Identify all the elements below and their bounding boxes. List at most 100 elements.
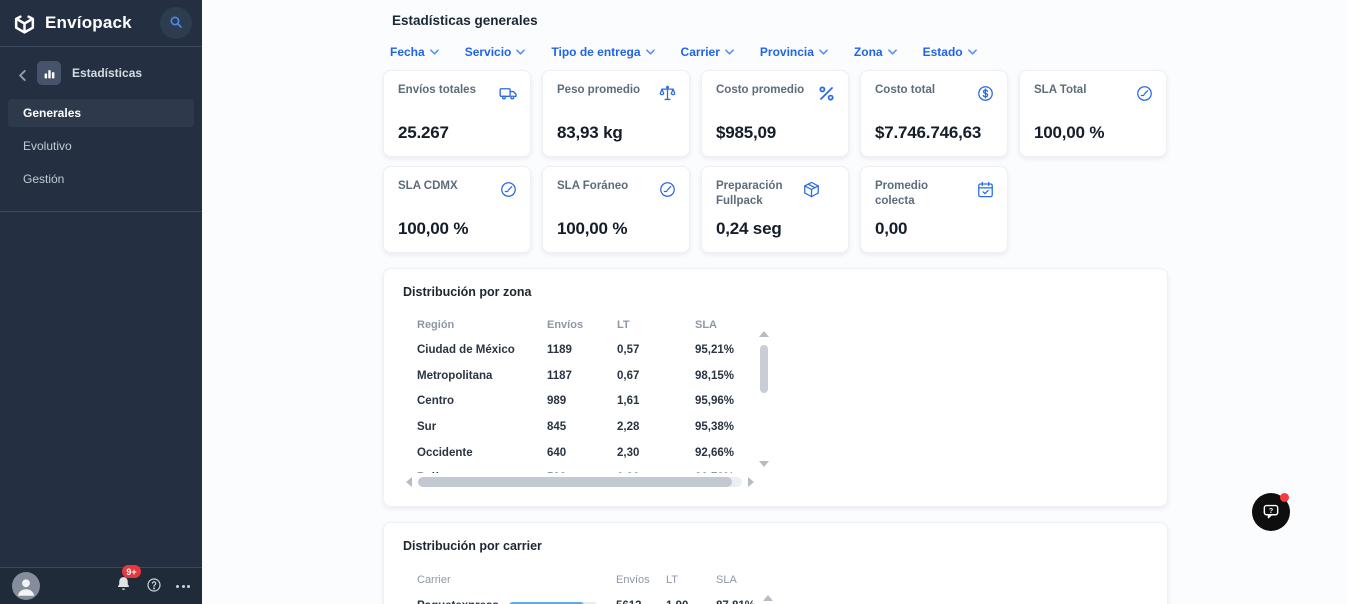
zona-horizontal-scrollbar[interactable] <box>406 476 754 488</box>
stat-label: Peso promedio <box>557 83 658 98</box>
cell-sla: 95,96% <box>695 395 761 407</box>
ellipsis-icon <box>176 585 190 588</box>
table-row: Metropolitana 1187 0,67 98,15% <box>417 363 761 389</box>
stat-label: Costo total <box>875 83 976 98</box>
stat-card-peso-promedio: Peso promedio 83,93 kg <box>542 70 690 157</box>
horizontal-scroll-track[interactable] <box>418 477 742 487</box>
filter-label: Tipo de entrega <box>551 45 640 59</box>
collapse-sidebar-icon[interactable] <box>18 68 26 78</box>
chat-question-icon: ? <box>1261 501 1281 524</box>
percent-icon <box>817 84 836 108</box>
stat-value: 0,24 seg <box>716 219 782 239</box>
carrier-table-header: Carrier Envíos LT SLA <box>417 567 777 593</box>
stat-cards-row-1: Envíos totales 25.267 Peso promedio <box>383 70 1167 157</box>
stat-label: Costo promedio <box>716 83 817 98</box>
chevron-down-icon <box>819 49 828 55</box>
stat-card-sla-cdmx: SLA CDMX 100,00 % <box>383 166 531 253</box>
sidebar: Envíopack Estadísticas Generales E <box>0 0 202 604</box>
vertical-scroll-thumb[interactable] <box>760 345 768 393</box>
cell-envios: 640 <box>547 447 617 459</box>
sidebar-item-label: Evolutivo <box>23 139 72 153</box>
scroll-up-icon[interactable] <box>763 595 773 601</box>
sidebar-item-gestion[interactable]: Gestión <box>8 165 194 193</box>
carrier-panel-title: Distribución por carrier <box>403 539 542 553</box>
filter-zona[interactable]: Zona <box>854 45 897 59</box>
cell-lt: 2,30 <box>617 447 695 459</box>
search-button[interactable] <box>160 7 192 39</box>
dollar-circle-icon <box>976 84 995 108</box>
cell-sla: 95,21% <box>695 344 761 356</box>
horizontal-scroll-thumb[interactable] <box>418 477 732 487</box>
stat-value: 100,00 % <box>398 219 468 239</box>
filters-bar: Fecha Servicio Tipo de entrega Carrier P… <box>390 45 977 59</box>
gauge-icon <box>1135 84 1154 108</box>
stat-card-preparacion-fullpack: Preparación Fullpack 0,24 seg <box>701 166 849 253</box>
svg-text:?: ? <box>1269 506 1273 514</box>
notifications-button[interactable]: 9+ <box>115 575 132 597</box>
sidebar-footer: 9+ <box>0 567 202 604</box>
stat-card-promedio-colecta: Promedio colecta 0,00 <box>860 166 1008 253</box>
cell-region: Centro <box>417 395 547 407</box>
filter-provincia[interactable]: Provincia <box>760 45 828 59</box>
sidebar-item-generales[interactable]: Generales <box>8 99 194 127</box>
filter-label: Provincia <box>760 45 814 59</box>
cell-lt: 1,91 <box>617 472 695 473</box>
filter-fecha[interactable]: Fecha <box>390 45 439 59</box>
cell-envios: 1189 <box>547 344 617 356</box>
filter-label: Estado <box>923 45 963 59</box>
gauge-icon <box>499 180 518 204</box>
filter-estado[interactable]: Estado <box>923 45 977 59</box>
scroll-up-icon[interactable] <box>759 331 769 337</box>
cell-envios: 845 <box>547 421 617 433</box>
question-circle-icon <box>146 577 162 596</box>
statistics-icon <box>37 61 61 85</box>
filter-label: Fecha <box>390 45 425 59</box>
cell-region: Sur <box>417 421 547 433</box>
stat-value: 100,00 % <box>1034 123 1104 143</box>
chevron-down-icon <box>646 49 655 55</box>
scroll-left-icon[interactable] <box>406 477 412 487</box>
stat-value: 83,93 kg <box>557 123 623 143</box>
column-header-carrier: Carrier <box>417 574 509 586</box>
zona-vertical-scrollbar[interactable] <box>758 331 770 467</box>
table-row-clipped: Bajío 593 1,91 90,79% <box>417 465 761 473</box>
column-header-lt: LT <box>617 319 695 331</box>
filter-servicio[interactable]: Servicio <box>465 45 526 59</box>
sidebar-item-evolutivo[interactable]: Evolutivo <box>8 132 194 160</box>
filter-label: Carrier <box>681 45 720 59</box>
scroll-right-icon[interactable] <box>748 477 754 487</box>
sidebar-header: Envíopack <box>0 0 202 47</box>
chevron-down-icon <box>725 49 734 55</box>
cell-region: Ciudad de México <box>417 344 547 356</box>
stat-value: $7.746.746,63 <box>875 123 981 143</box>
filter-carrier[interactable]: Carrier <box>681 45 734 59</box>
bell-icon <box>115 579 132 596</box>
filter-label: Servicio <box>465 45 512 59</box>
filter-tipo-de-entrega[interactable]: Tipo de entrega <box>551 45 654 59</box>
calendar-check-icon <box>976 180 995 204</box>
user-avatar[interactable] <box>12 572 40 600</box>
stat-card-sla-foraneo: SLA Foráneo 100,00 % <box>542 166 690 253</box>
page-title: Estadísticas generales <box>392 13 538 28</box>
chevron-down-icon <box>888 49 897 55</box>
table-row: Sur 845 2,28 95,38% <box>417 414 761 440</box>
support-chat-button[interactable]: ? <box>1252 493 1290 531</box>
table-row: Centro 989 1,61 95,96% <box>417 388 761 414</box>
enviopack-logo-icon <box>12 11 37 36</box>
chevron-down-icon <box>968 49 977 55</box>
cell-carrier: Paquetexpress <box>417 600 509 604</box>
column-header-lt: LT <box>666 574 716 586</box>
more-options-button[interactable] <box>176 585 190 588</box>
column-header-envios: Envíos <box>616 574 666 586</box>
column-header-sla: SLA <box>695 319 761 331</box>
cell-envios: 593 <box>547 472 617 473</box>
cell-sla: 98,15% <box>695 370 761 382</box>
cell-sla: 90,79% <box>695 472 761 473</box>
package-icon <box>802 180 821 204</box>
scroll-down-icon[interactable] <box>759 461 769 467</box>
chevron-down-icon <box>516 49 525 55</box>
help-button[interactable] <box>146 577 162 596</box>
stat-value: $985,09 <box>716 123 776 143</box>
stat-value: 25.267 <box>398 123 449 143</box>
stat-label: Promedio colecta <box>875 179 976 209</box>
